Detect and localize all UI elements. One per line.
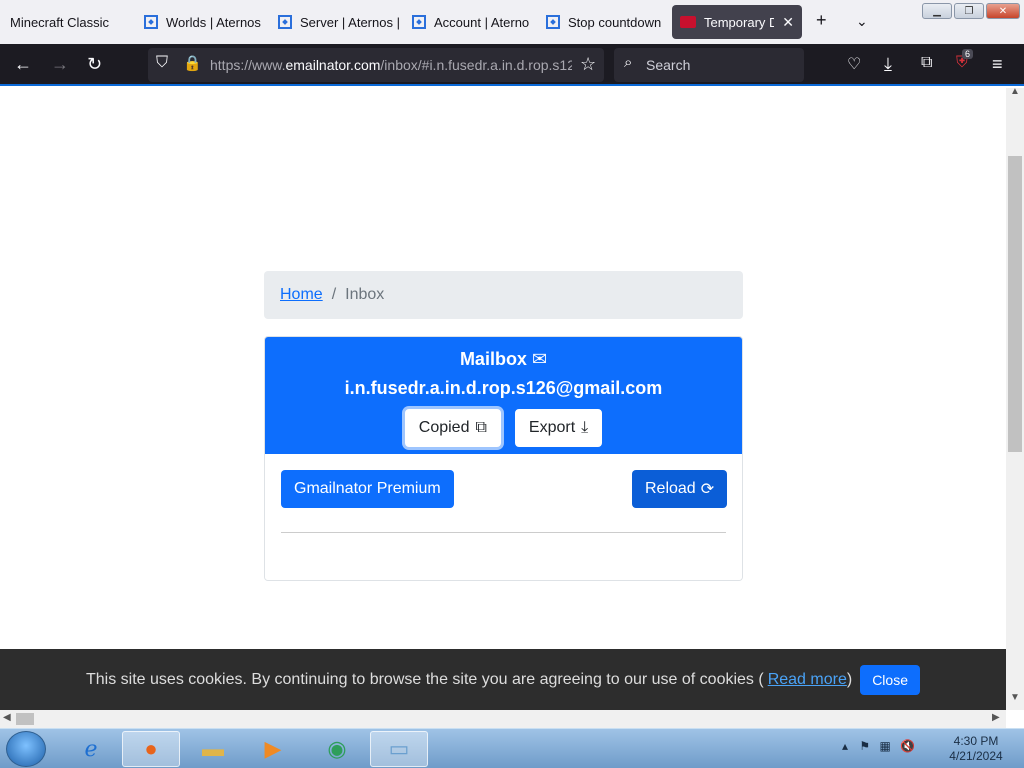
tab-label: Server | Aternos | (300, 14, 400, 30)
close-window-icon[interactable]: ✕ (986, 3, 1020, 19)
search-icon: ⌕ (624, 54, 633, 71)
export-button-label: Export (528, 419, 576, 436)
tab-worlds-aternos[interactable]: Worlds | Aternos (144, 5, 266, 39)
menu-icon[interactable]: ≡ (992, 54, 1003, 75)
tab-label: Account | Aterno (434, 14, 530, 30)
firefox-icon[interactable]: ● (122, 731, 180, 767)
breadcrumb-current: Inbox (345, 286, 385, 303)
scroll-left-icon[interactable]: ◀ (3, 712, 11, 723)
pocket-icon[interactable]: ♡ (847, 54, 861, 74)
extensions-icon[interactable]: ⧉ (921, 54, 932, 72)
internet-explorer-icon[interactable]: ℯ (62, 731, 120, 767)
system-tray: ▴ ⚑ ▦ 🔇 (842, 739, 915, 753)
cookie-banner: This site uses cookies. By continuing to… (0, 649, 1006, 710)
url-bar[interactable]: ⛉ 🔒 https://www.emailnator.com/inbox/#i.… (148, 48, 604, 82)
clock-date: 4/21/2024 (949, 749, 1003, 763)
mailbox-header: Mailbox ✉ i.n.fusedr.a.in.d.rop.s126@gma… (265, 337, 742, 454)
mailbox-title: Mailbox ✉ (265, 337, 742, 370)
aternos-icon (412, 15, 426, 29)
bookmark-star-icon[interactable]: ☆ (580, 54, 596, 75)
chevron-down-icon[interactable]: ⌄ (856, 13, 868, 30)
email-site-icon (680, 16, 696, 28)
tab-label: Temporary Dis (704, 14, 775, 30)
navigation-toolbar: ← → ↻ ⛉ 🔒 https://www.emailnator.com/inb… (0, 44, 1024, 86)
clock[interactable]: 4:30 PM 4/21/2024 (940, 734, 1012, 764)
file-explorer-icon[interactable]: ▬ (184, 731, 242, 767)
tab-server-aternos[interactable]: Server | Aternos | (278, 5, 400, 39)
reload-button-label: Reload (645, 480, 696, 497)
extension-badge: 6 (962, 49, 974, 59)
horizontal-scrollbar[interactable]: ◀ ▶ (0, 710, 1006, 728)
reload-icon[interactable]: ↻ (87, 54, 102, 75)
mailbox-card: Mailbox ✉ i.n.fusedr.a.in.d.rop.s126@gma… (264, 336, 743, 581)
copy-button[interactable]: Copied ⧉ (404, 409, 501, 447)
reload-button[interactable]: Reload ⟳ (632, 470, 728, 508)
aternos-icon (144, 15, 158, 29)
export-button[interactable]: Export ⤓ (514, 409, 603, 447)
start-button-icon[interactable] (6, 731, 46, 767)
url-domain: emailnator.com (285, 57, 381, 73)
cookie-text: This site uses cookies. By continuing to… (86, 670, 764, 688)
aternos-icon (546, 15, 560, 29)
search-placeholder: Search (646, 57, 691, 73)
vertical-scroll-thumb[interactable] (1008, 156, 1022, 452)
window-controls: ▁ ❐ ✕ (922, 3, 1020, 19)
scroll-down-icon[interactable]: ▼ (1010, 692, 1020, 703)
divider (281, 532, 726, 533)
horizontal-scroll-thumb[interactable] (16, 713, 34, 725)
tray-expand-icon[interactable]: ▴ (842, 739, 848, 753)
premium-button-label: Gmailnator Premium (294, 480, 441, 497)
close-tab-icon[interactable]: ✕ (782, 14, 794, 31)
lock-icon[interactable]: 🔒 (183, 54, 202, 72)
cookie-text-end: ) (846, 670, 853, 688)
tab-stop-countdown[interactable]: Stop countdown (546, 5, 668, 39)
media-player-icon[interactable]: ▶ (244, 731, 302, 767)
windows-taskbar: ℯ ● ▬ ▶ ◉ ▭ ▴ ⚑ ▦ 🔇 4:30 PM 4/21/2024 (0, 728, 1024, 768)
minimize-icon[interactable]: ▁ (922, 3, 952, 19)
chat-app-icon[interactable]: ◉ (308, 731, 366, 767)
download-icon[interactable]: ⤓ (884, 54, 892, 75)
clock-time: 4:30 PM (953, 734, 999, 748)
tab-minecraft-classic[interactable]: Minecraft Classic (10, 5, 130, 39)
tab-bar: Minecraft Classic Worlds | Aternos Serve… (0, 0, 1024, 44)
volume-muted-icon[interactable]: 🔇 (900, 739, 915, 753)
mailbox-title-text: Mailbox (459, 349, 527, 369)
tab-label: Worlds | Aternos (166, 14, 261, 30)
action-center-flag-icon[interactable]: ⚑ (859, 739, 870, 753)
breadcrumb-separator: / (331, 286, 337, 303)
url-text[interactable]: https://www.emailnator.com/inbox/#i.n.fu… (210, 57, 572, 73)
tab-account-aternos[interactable]: Account | Aterno (412, 5, 534, 39)
copy-icon: ⧉ (475, 419, 487, 436)
back-arrow-icon[interactable]: ← (14, 54, 32, 75)
breadcrumb-home-link[interactable]: Home (280, 286, 323, 304)
premium-button[interactable]: Gmailnator Premium (281, 470, 454, 508)
url-prefix: https://www. (210, 57, 286, 73)
download-icon: ⤓ (581, 419, 589, 436)
read-more-link[interactable]: Read more (768, 671, 847, 689)
breadcrumb: Home / Inbox (264, 271, 743, 319)
new-tab-icon[interactable]: + (816, 10, 827, 31)
cookie-close-button[interactable]: Close (860, 664, 920, 695)
forward-arrow-icon[interactable]: → (51, 54, 69, 75)
mailbox-body: Gmailnator Premium Reload ⟳ (265, 454, 742, 580)
scroll-up-icon[interactable]: ▲ (1010, 86, 1020, 97)
vertical-scrollbar[interactable]: ▲ ▼ (1006, 86, 1024, 710)
envelope-icon: ✉ (531, 349, 548, 369)
copy-button-label: Copied (418, 419, 470, 436)
search-bar[interactable]: ⌕ Search (614, 48, 804, 82)
aternos-icon (278, 15, 292, 29)
tab-label: Stop countdown (568, 14, 662, 30)
app-window-icon[interactable]: ▭ (370, 731, 428, 767)
email-address[interactable]: i.n.fusedr.a.in.d.rop.s126@gmail.com (265, 370, 742, 399)
page-content: Home / Inbox Mailbox ✉ i.n.fusedr.a.in.d… (0, 88, 1006, 710)
url-path: /inbox/#i.n.fusedr.a.in.d.rop.s12 (380, 57, 572, 73)
network-icon[interactable]: ▦ (879, 739, 890, 753)
tab-temporary-disposable[interactable]: Temporary Dis ✕ (672, 5, 802, 39)
refresh-icon: ⟳ (700, 481, 715, 498)
restore-icon[interactable]: ❐ (954, 3, 984, 19)
tab-label: Minecraft Classic (10, 14, 109, 30)
shield-icon[interactable]: ⛉ (156, 54, 168, 72)
scroll-right-icon[interactable]: ▶ (992, 712, 1000, 723)
